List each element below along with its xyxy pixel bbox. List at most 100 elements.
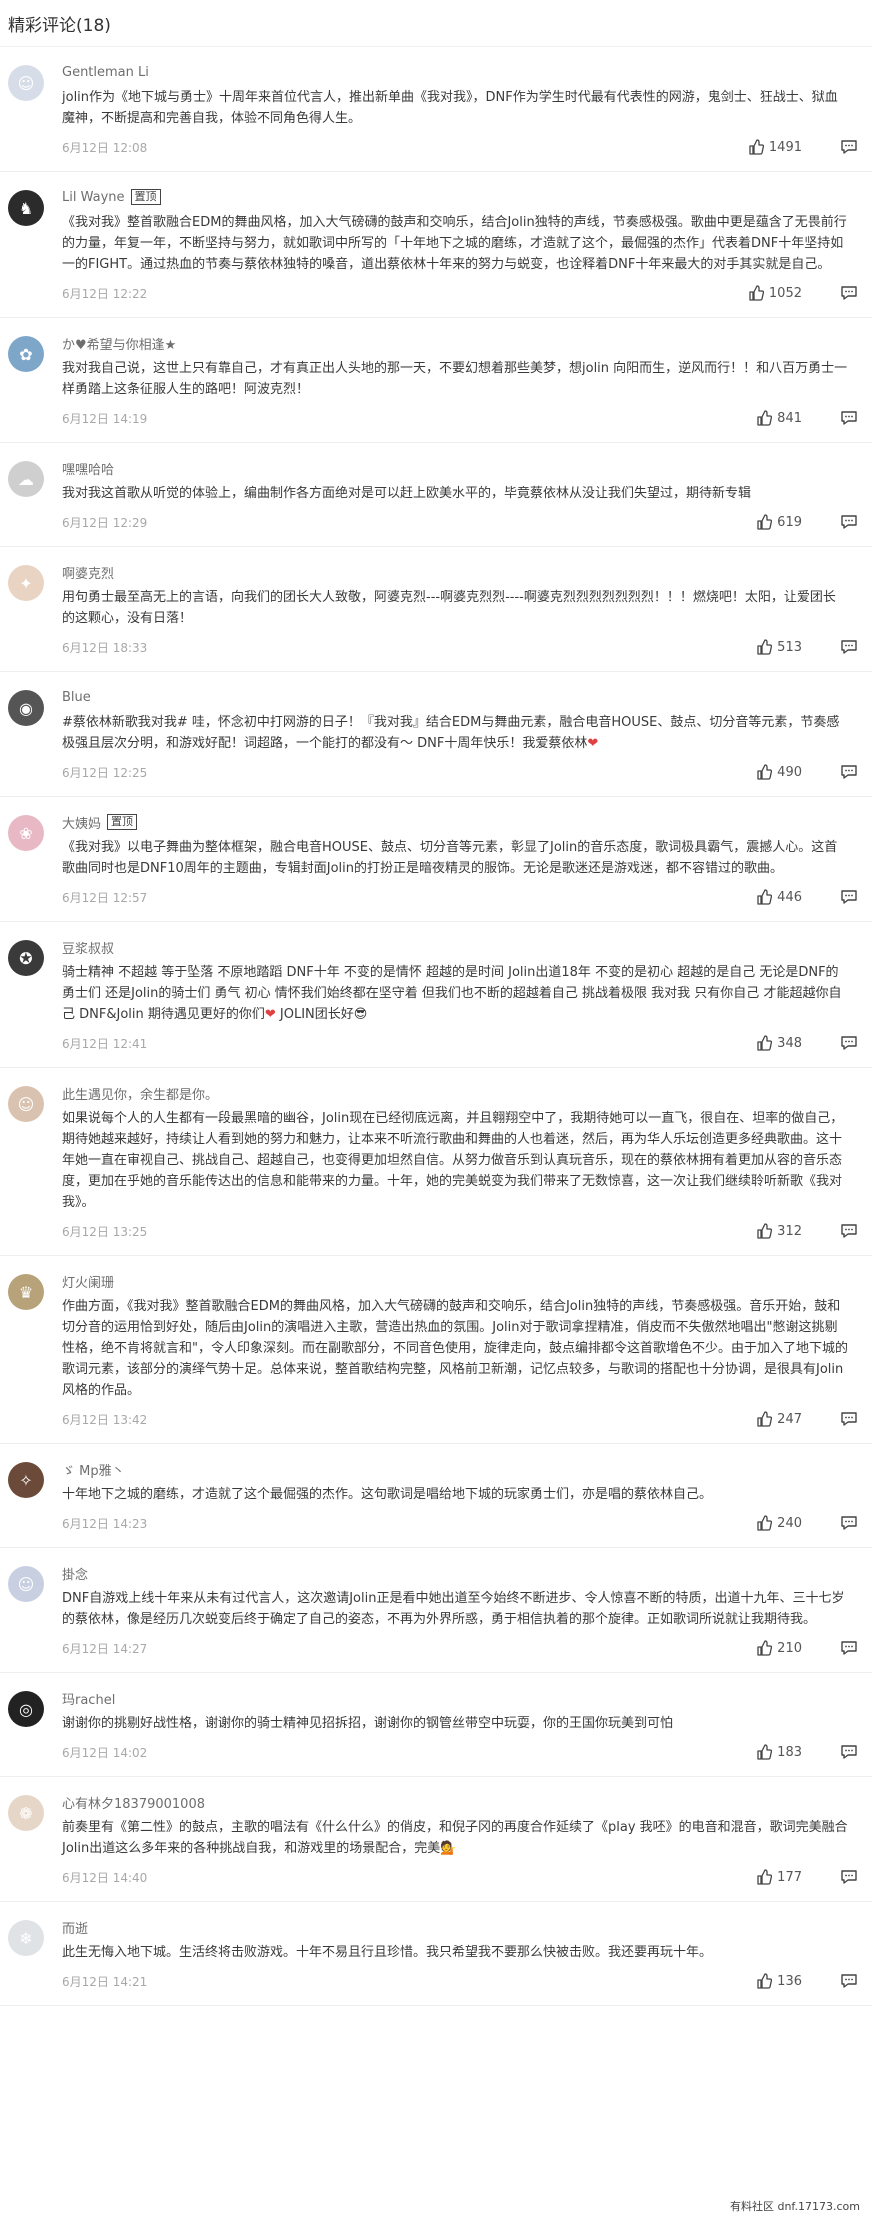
reply-button[interactable] [840, 1223, 858, 1239]
avatar-icon: ☁ [18, 469, 34, 489]
comment-item: ✧ ゞ Mp雅丶 十年地下之城的磨练，才造就了这个最倔强的杰作。这句歌词是唱给地… [0, 1444, 872, 1548]
username[interactable]: ゞ Mp雅丶 [62, 1460, 125, 1479]
reply-button[interactable] [840, 1411, 858, 1427]
reply-button[interactable] [840, 514, 858, 530]
like-button[interactable]: 1491 [748, 139, 802, 155]
reply-button[interactable] [840, 410, 858, 426]
username[interactable]: 此生遇见你，余生都是你。 [62, 1084, 218, 1103]
reply-button[interactable] [840, 1035, 858, 1051]
username[interactable]: Gentleman Li [62, 65, 149, 80]
avatar-icon: ❀ [19, 823, 33, 843]
comment-text: 《我对我》以电子舞曲为整体框架，融合电音HOUSE、鼓点、切分音等元素，彰显了J… [62, 837, 858, 879]
username[interactable]: Blue [62, 690, 91, 705]
comment-item: ❁ 心有林夕18379001008 前奏里有《第二性》的鼓点，主歌的唱法有《什么… [0, 1777, 872, 1902]
like-button[interactable]: 210 [756, 1640, 802, 1656]
comment-text: 作曲方面，《我对我》整首歌融合EDM的舞曲风格，加入大气磅礴的鼓声和交响乐，结合… [62, 1296, 858, 1401]
username[interactable]: Lil Wayne [62, 190, 125, 205]
username[interactable]: 灯火阑珊 [62, 1272, 114, 1291]
username-row: Blue [62, 688, 858, 706]
avatar[interactable]: ◉ [8, 690, 44, 726]
like-button[interactable]: 619 [756, 514, 802, 530]
avatar[interactable]: ☺ [8, 1086, 44, 1122]
reply-button[interactable] [840, 1515, 858, 1531]
avatar[interactable]: ✧ [8, 1462, 44, 1498]
reply-button[interactable] [840, 1744, 858, 1760]
comment-text: DNF自游戏上线十年来从未有过代言人，这次邀请Jolin正是看中她出道至今始终不… [62, 1588, 858, 1630]
avatar[interactable]: ✦ [8, 565, 44, 601]
like-button[interactable]: 1052 [748, 285, 802, 301]
comment-bubble-icon [840, 1869, 858, 1885]
like-button[interactable]: 240 [756, 1515, 802, 1531]
like-button[interactable]: 513 [756, 639, 802, 655]
like-button[interactable]: 247 [756, 1411, 802, 1427]
like-button[interactable]: 183 [756, 1744, 802, 1760]
comment-date: 6月12日 13:25 [62, 1224, 148, 1239]
like-button[interactable]: 446 [756, 889, 802, 905]
like-button[interactable]: 312 [756, 1223, 802, 1239]
comment-bubble-icon [840, 1973, 858, 1989]
avatar-icon: ✿ [19, 344, 33, 364]
reply-button[interactable] [840, 1640, 858, 1656]
comment-bubble-icon [840, 1223, 858, 1239]
comment-meta: 6月12日 12:41 348 [62, 1033, 858, 1053]
avatar-icon: ☺ [17, 73, 35, 93]
username-row: 灯火阑珊 [62, 1272, 858, 1291]
comment-item: ◉ Blue #蔡依林新歌我对我# 哇，怀念初中打网游的日子！『我对我』结合ED… [0, 672, 872, 797]
avatar-icon: ❁ [19, 1803, 33, 1823]
username-row: 嘿嘿哈哈 [62, 459, 858, 478]
like-button[interactable]: 177 [756, 1869, 802, 1885]
reply-button[interactable] [840, 1869, 858, 1885]
avatar[interactable]: ♞ [8, 190, 44, 226]
avatar[interactable]: ❄ [8, 1920, 44, 1956]
avatar[interactable]: ✿ [8, 336, 44, 372]
comments-header: 精彩评论(18) [0, 0, 872, 47]
username[interactable]: 而逝 [62, 1918, 88, 1937]
avatar[interactable]: ❁ [8, 1795, 44, 1831]
comment-list: ☺ Gentleman Li jolin作为《地下城与勇士》十周年来首位代言人，… [0, 47, 872, 2006]
reply-button[interactable] [840, 139, 858, 155]
username-row: 掛念 [62, 1564, 858, 1583]
username[interactable]: 啊婆克烈 [62, 563, 114, 582]
username[interactable]: 豆浆叔叔 [62, 938, 114, 957]
username[interactable]: 掛念 [62, 1564, 88, 1583]
username-row: 心有林夕18379001008 [62, 1793, 858, 1812]
reply-button[interactable] [840, 285, 858, 301]
comment-item: ✦ 啊婆克烈 用句勇士最至高无上的言语，向我们的团长大人致敬，阿婆克烈---啊婆… [0, 547, 872, 672]
comment-meta: 6月12日 14:21 136 [62, 1971, 858, 1991]
avatar[interactable]: ☺ [8, 1566, 44, 1602]
like-button[interactable]: 348 [756, 1035, 802, 1051]
comment-bubble-icon [840, 139, 858, 155]
avatar[interactable]: ◎ [8, 1691, 44, 1727]
username-row: ゞ Mp雅丶 [62, 1460, 858, 1479]
comment-bubble-icon [840, 514, 858, 530]
reply-button[interactable] [840, 639, 858, 655]
avatar-icon: ✧ [19, 1470, 33, 1490]
username[interactable]: 大姨妈 [62, 813, 101, 832]
avatar[interactable]: ☺ [8, 65, 44, 101]
reply-button[interactable] [840, 764, 858, 780]
comment-text: jolin作为《地下城与勇士》十周年来首位代言人，推出新单曲《我对我》，DNF作… [62, 87, 858, 129]
avatar[interactable]: ♛ [8, 1274, 44, 1310]
comment-item: ◎ 玛rachel 谢谢你的挑剔好战性格，谢谢你的骑士精神见招拆招，谢谢你的钢管… [0, 1673, 872, 1777]
comment-text: 谢谢你的挑剔好战性格，谢谢你的骑士精神见招拆招，谢谢你的钢管丝带空中玩耍，你的王… [62, 1713, 858, 1734]
avatar[interactable]: ✪ [8, 940, 44, 976]
username[interactable]: 嘿嘿哈哈 [62, 459, 114, 478]
comment-text: 我对我自己说，这世上只有靠自己，才有真正出人头地的那一天，不要幻想着那些美梦，想… [62, 358, 858, 400]
avatar[interactable]: ❀ [8, 815, 44, 851]
comment-text: 十年地下之城的磨练，才造就了这个最倔强的杰作。这句歌词是唱给地下城的玩家勇士们，… [62, 1484, 858, 1505]
reply-button[interactable] [840, 889, 858, 905]
username[interactable]: か♥希望与你相逢★ [62, 334, 176, 353]
like-button[interactable]: 841 [756, 410, 802, 426]
like-button[interactable]: 490 [756, 764, 802, 780]
avatar[interactable]: ☁ [8, 461, 44, 497]
thumbs-up-icon [756, 1515, 777, 1531]
reply-button[interactable] [840, 1973, 858, 1989]
like-count: 348 [777, 1035, 802, 1051]
username[interactable]: 心有林夕18379001008 [62, 1793, 205, 1812]
comment-text: 前奏里有《第二性》的鼓点，主歌的唱法有《什么什么》的俏皮，和倪子冈的再度合作延续… [62, 1817, 858, 1859]
username[interactable]: 玛rachel [62, 1689, 115, 1708]
like-button[interactable]: 136 [756, 1973, 802, 1989]
comment-date: 6月12日 12:22 [62, 286, 148, 301]
thumbs-up-icon [748, 139, 769, 155]
avatar-icon: ☺ [17, 1094, 35, 1114]
